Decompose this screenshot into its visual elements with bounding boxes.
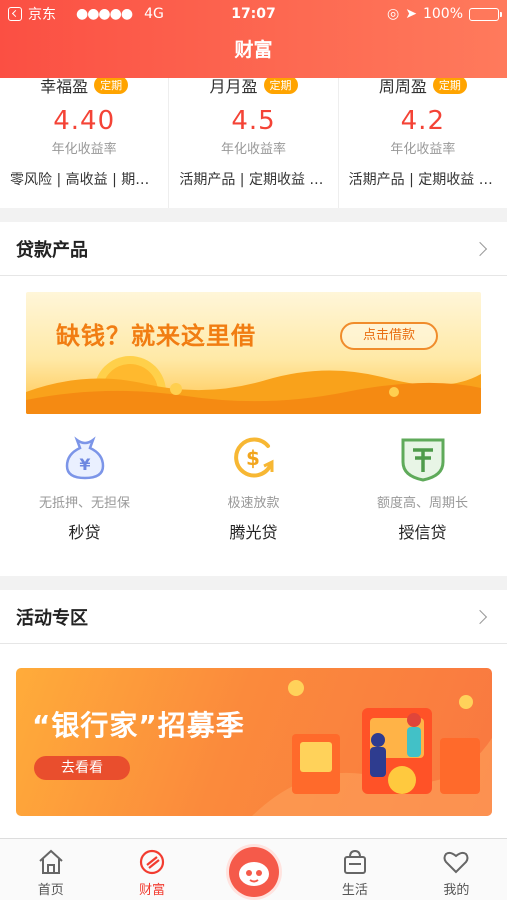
chevron-right-icon (472, 241, 488, 256)
section-title: 贷款产品 (16, 239, 88, 261)
back-to-app-icon[interactable] (8, 7, 22, 21)
tab-mascot[interactable] (203, 839, 304, 900)
tab-home[interactable]: 首页 (0, 839, 101, 900)
loan-item-name: 腾光贷 (229, 523, 278, 542)
product-rate-label: 年化收益率 (220, 142, 286, 157)
product-tag: 定期 (94, 78, 129, 94)
section-title: 活动专区 (16, 607, 88, 629)
rotation-lock-icon: ◎ (387, 6, 400, 22)
tab-label: 我的 (443, 883, 470, 898)
signal-strength: ●●●●● (76, 6, 133, 22)
tab-label: 生活 (341, 883, 368, 898)
banner-wave-illustration (26, 356, 481, 414)
mascot-button[interactable] (228, 847, 279, 897)
product-desc: 活期产品 | 定期收益 | 灵活 (179, 172, 338, 188)
location-icon: ➤ (405, 6, 417, 22)
recruit-illustration (252, 680, 492, 816)
loan-slogan: 缺钱？就来这里借 (56, 322, 256, 350)
view-button[interactable]: 去看看 (34, 756, 130, 780)
product-rate: 4.40 (53, 106, 116, 136)
product-rate-label: 年化收益率 (51, 142, 117, 157)
tab-label: 首页 (37, 883, 64, 898)
loan-product-list: ¥ 无抵押、无担保 秒贷 $ 极速放款 腾光贷 额度高、周期长 授信贷 (0, 432, 507, 543)
product-rate: 4.2 (400, 106, 445, 136)
product-card[interactable]: 月月盈 定期 4.5 年化收益率 活期产品 | 定期收益 | 灵活 (169, 78, 339, 208)
bottom-tab-bar: 首页 财富 生活 我的 (0, 838, 507, 900)
shopping-bag-icon (343, 849, 366, 874)
product-tag: 定期 (432, 78, 467, 94)
product-desc: 活期产品 | 定期收益 | 灵活 (348, 172, 507, 188)
chevron-right-icon (472, 609, 488, 624)
loan-item-sub: 极速放款 (227, 496, 280, 511)
loan-section: 贷款产品 缺钱？就来这里借 点击借款 ¥ 无抵押、无担保 秒贷 $ 极速放款 腾… (0, 222, 507, 576)
network-type: 4G (144, 6, 164, 22)
product-card[interactable]: 周周盈 定期 4.2 年化收益率 活期产品 | 定期收益 | 灵活 (339, 78, 507, 208)
wealth-icon (140, 849, 165, 875)
tab-mine[interactable]: 我的 (406, 839, 507, 900)
money-bag-icon: ¥ (65, 436, 104, 480)
loan-item[interactable]: 额度高、周期长 授信贷 (338, 432, 507, 543)
activity-section-header[interactable]: 活动专区 (0, 590, 507, 644)
product-rate: 4.5 (231, 106, 276, 136)
loan-banner[interactable]: 缺钱？就来这里借 点击借款 (26, 292, 481, 414)
tab-life[interactable]: 生活 (304, 839, 405, 900)
status-bar: 京东 ●●●●● 4G 17:07 ◎ ➤ 100% (0, 0, 507, 28)
loan-item-name: 授信贷 (398, 523, 447, 542)
product-tag: 定期 (263, 78, 298, 94)
svg-text:$: $ (246, 446, 260, 470)
heart-icon (443, 851, 469, 874)
loan-section-header[interactable]: 贷款产品 (0, 222, 507, 276)
yuan-shield-icon (401, 438, 444, 482)
loan-item-name: 秒贷 (68, 523, 101, 542)
activity-title: “银行家”招募季 (32, 709, 245, 742)
product-name: 月月盈 (209, 78, 258, 96)
loan-item[interactable]: $ 极速放款 腾光贷 (169, 432, 338, 543)
tab-label: 财富 (139, 883, 166, 898)
battery-icon (469, 7, 502, 21)
loan-item-sub: 额度高、周期长 (376, 496, 468, 511)
dollar-coin-icon: $ (233, 437, 273, 478)
product-name: 周周盈 (378, 78, 427, 96)
activity-section: 活动专区 “银行家”招募季 去看看 (0, 590, 507, 838)
product-card[interactable]: 幸福盈 定期 4.40 年化收益率 零风险 | 高收益 | 期限灵活 (0, 78, 170, 208)
product-desc: 零风险 | 高收益 | 期限灵活 (10, 172, 169, 188)
loan-item[interactable]: ¥ 无抵押、无担保 秒贷 (0, 432, 169, 543)
app-header: 京东 ●●●●● 4G 17:07 ◎ ➤ 100% 财富 (0, 0, 507, 78)
carrier-label: 京东 (28, 7, 56, 23)
svg-text:¥: ¥ (79, 455, 90, 474)
borrow-button[interactable]: 点击借款 (340, 322, 438, 350)
mascot-icon (238, 862, 269, 886)
product-row: 幸福盈 定期 4.40 年化收益率 零风险 | 高收益 | 期限灵活 月月盈 定期 … (0, 78, 507, 208)
battery-percent: 100% (422, 6, 463, 22)
activity-banner[interactable]: “银行家”招募季 去看看 (16, 668, 492, 816)
home-icon (39, 849, 63, 874)
tab-wealth[interactable]: 财富 (101, 839, 202, 900)
product-rate-label: 年化收益率 (390, 142, 456, 157)
loan-item-sub: 无抵押、无担保 (38, 496, 130, 511)
page-title: 财富 (234, 39, 273, 61)
product-name: 幸福盈 (40, 78, 89, 96)
